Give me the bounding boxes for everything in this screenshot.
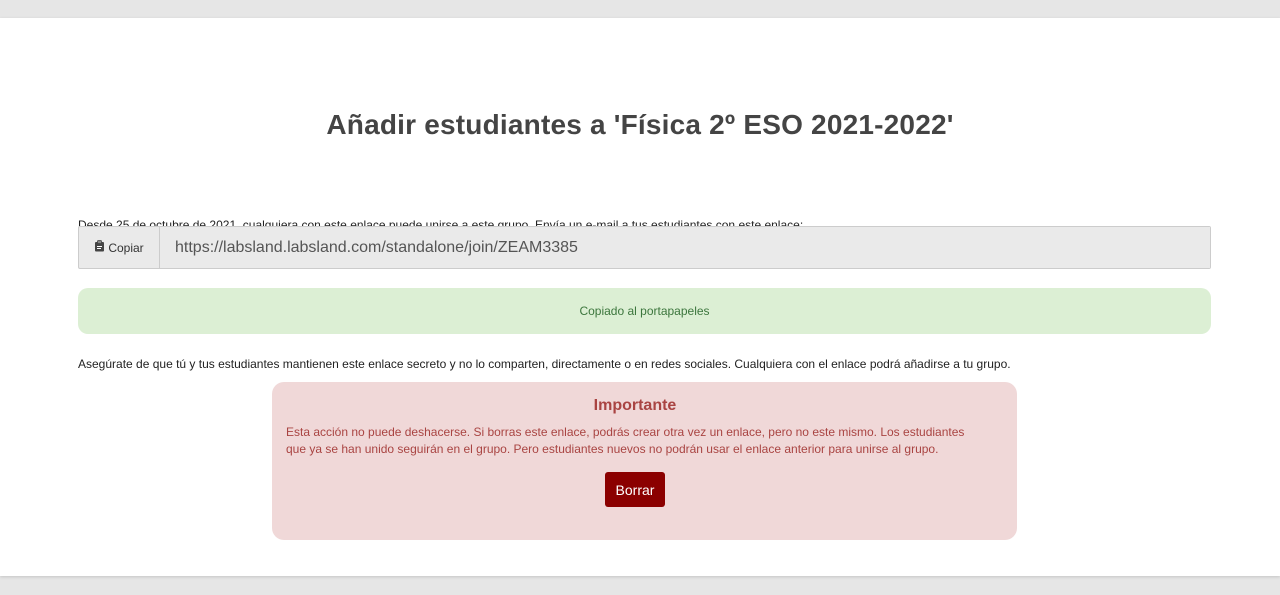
important-alert: Importante Esta acción no puede deshacer… (272, 382, 1017, 540)
clipboard-icon (94, 240, 105, 255)
important-text: Esta acción no puede deshacerse. Si borr… (286, 425, 965, 456)
copied-alert: Copiado al portapapeles (78, 288, 1211, 334)
join-link-field[interactable] (160, 227, 1210, 268)
important-title: Importante (593, 397, 677, 414)
copy-button-label: Copiar (108, 240, 144, 255)
copied-alert-text: Copiado al portapapeles (579, 304, 710, 318)
copy-button[interactable]: Copiar (79, 227, 160, 268)
join-link-group: Copiar (78, 226, 1211, 269)
page-title: Añadir estudiantes a 'Física 2º ESO 2021… (326, 109, 954, 140)
delete-button[interactable]: Borrar (604, 472, 666, 507)
secrecy-warning: Asegúrate de que tú y tus estudiantes ma… (78, 357, 1011, 371)
